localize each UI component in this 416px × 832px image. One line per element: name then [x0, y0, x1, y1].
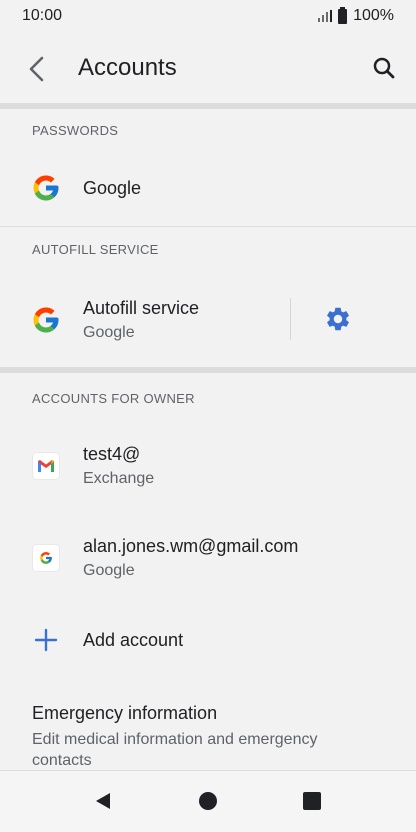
google-icon [30, 304, 62, 336]
status-time: 10:00 [22, 7, 63, 24]
section-divider [0, 226, 416, 227]
add-account-label: Add account [83, 630, 184, 650]
account-row-google[interactable]: alan.jones.wm@gmail.com Google [0, 512, 416, 604]
vertical-divider [290, 298, 291, 340]
signal-icon [318, 10, 333, 22]
passwords-google-row[interactable]: Google [0, 150, 416, 226]
account-row-exchange[interactable]: test4@ Exchange [0, 420, 416, 512]
autofill-service-subtitle: Google [83, 324, 135, 341]
autofill-service-title: Autofill service [83, 298, 200, 318]
nav-recents-icon[interactable] [300, 789, 324, 813]
battery-icon [338, 6, 348, 24]
battery-level: 100% [353, 7, 394, 24]
google-icon [30, 172, 62, 204]
app-bar: Accounts [0, 36, 416, 102]
account-exchange-subtitle: Exchange [83, 470, 155, 487]
emergency-information-description: Edit medical information and emergency c… [32, 731, 318, 769]
section-divider [0, 367, 416, 373]
back-arrow-icon[interactable] [22, 54, 50, 84]
google-icon [30, 542, 62, 574]
section-divider [0, 103, 416, 109]
add-account-button[interactable]: Add account [0, 604, 416, 680]
page-title: Accounts [78, 54, 177, 81]
search-icon[interactable] [368, 52, 400, 84]
navigation-bar [0, 770, 416, 832]
accounts-section-header: ACCOUNTS FOR OWNER [32, 391, 195, 406]
status-indicators: 100% [318, 6, 394, 25]
passwords-section-header: PASSWORDS [32, 123, 119, 138]
plus-icon [30, 624, 62, 656]
emergency-information-title[interactable]: Emergency information [32, 703, 217, 724]
account-google-title: alan.jones.wm@gmail.com [83, 536, 299, 556]
status-bar: 10:00 100% [0, 0, 416, 32]
account-google-subtitle: Google [83, 562, 135, 579]
autofill-service-row[interactable]: Autofill service Google [0, 270, 416, 366]
nav-home-icon[interactable] [196, 789, 220, 813]
autofill-section-header: AUTOFILL SERVICE [32, 242, 159, 257]
passwords-google-label: Google [83, 178, 142, 198]
nav-back-icon[interactable] [91, 789, 115, 813]
gear-icon[interactable] [322, 303, 354, 335]
account-exchange-title: test4@ [83, 444, 141, 464]
gmail-icon [30, 450, 62, 482]
